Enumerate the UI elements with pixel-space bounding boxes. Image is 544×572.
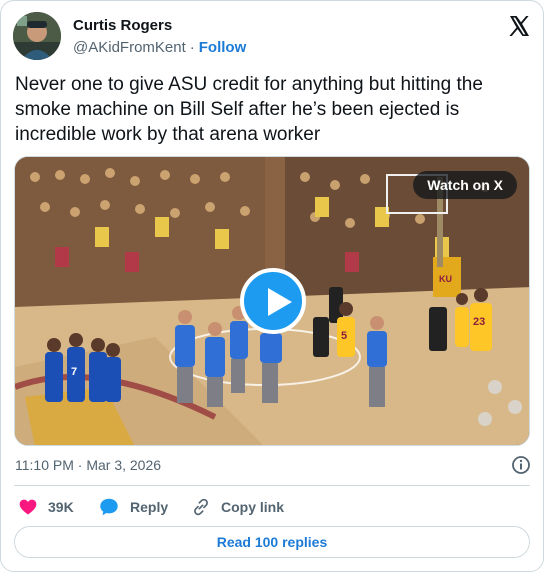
- tweet-header: Curtis Rogers @AKidFromKent · Follow: [13, 12, 533, 62]
- avatar[interactable]: [13, 12, 61, 60]
- separator-dot: ·: [189, 39, 195, 56]
- like-count: 39K: [48, 499, 74, 515]
- x-logo-icon[interactable]: [507, 14, 531, 38]
- author-name[interactable]: Curtis Rogers: [73, 17, 172, 34]
- tweet-timestamp[interactable]: 11:10 PM · Mar 3, 2026: [15, 457, 161, 473]
- play-button[interactable]: [240, 268, 306, 334]
- scoreboard-text: KU: [439, 274, 452, 284]
- tweet-card: Curtis Rogers @AKidFromKent · Follow Never…: [0, 0, 544, 572]
- link-icon: [194, 498, 208, 516]
- copy-link-button[interactable]: Copy link: [191, 493, 284, 521]
- read-replies-button[interactable]: Read 100 replies: [14, 526, 530, 558]
- watch-on-x-button[interactable]: Watch on X: [413, 171, 517, 199]
- copy-link-label: Copy link: [221, 499, 285, 515]
- tweet-actions: 39K Reply Copy link: [14, 493, 530, 521]
- jersey-number-7: 7: [71, 366, 77, 378]
- reply-label: Reply: [130, 499, 169, 515]
- like-button[interactable]: 39K: [18, 493, 74, 521]
- info-icon[interactable]: [511, 455, 531, 475]
- jersey-number-5: 5: [341, 330, 347, 342]
- tweet-text: Never one to give ASU credit for anythin…: [15, 74, 483, 145]
- follow-button[interactable]: Follow: [199, 39, 247, 56]
- play-icon: [268, 288, 292, 316]
- reply-button[interactable]: Reply: [98, 493, 168, 521]
- reply-bubble-icon: [100, 498, 118, 516]
- divider: [14, 485, 530, 486]
- jersey-number-23: 23: [473, 316, 485, 328]
- handle-row: @AKidFromKent · Follow: [73, 39, 246, 56]
- avatar-image: [13, 12, 61, 60]
- author-handle[interactable]: @AKidFromKent: [73, 39, 186, 56]
- tweet-media-video[interactable]: 7 5 23 KU Watch on X: [14, 156, 530, 446]
- heart-icon: [19, 499, 37, 515]
